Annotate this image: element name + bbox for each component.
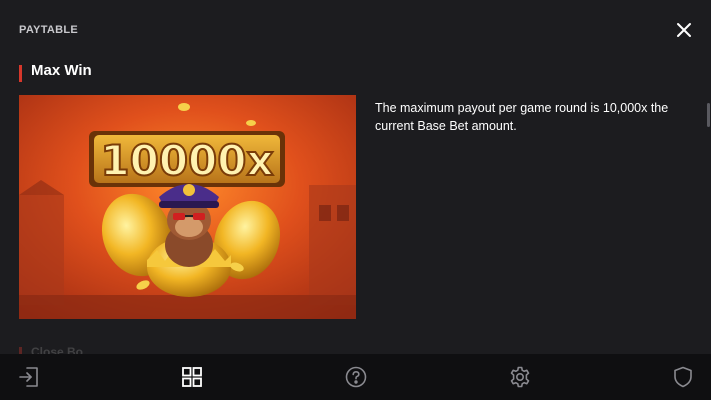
- max-win-description: The maximum payout per game round is 10,…: [375, 101, 669, 133]
- close-button[interactable]: [674, 20, 694, 40]
- help-icon: [345, 366, 367, 388]
- help-button[interactable]: [344, 365, 368, 389]
- section-accent-bar: [19, 65, 22, 82]
- settings-button[interactable]: [508, 365, 532, 389]
- shield-icon: [674, 366, 692, 388]
- gear-icon: [510, 366, 530, 388]
- responsible-gaming-button[interactable]: [671, 365, 695, 389]
- paytable-panel: PAYTABLE Max Win 10000x The maximum payo…: [0, 0, 711, 354]
- exit-button[interactable]: [17, 365, 41, 389]
- next-section-accent-bar: [19, 347, 22, 354]
- next-section-title: Close Bo...: [31, 345, 94, 354]
- section-title: Max Win: [31, 62, 92, 79]
- paytable-button[interactable]: [180, 365, 204, 389]
- grid-icon: [182, 367, 202, 387]
- max-win-image: 10000x: [19, 95, 356, 319]
- scrollbar-thumb[interactable]: [707, 103, 710, 127]
- bottom-toolbar: [0, 354, 711, 400]
- exit-icon: [19, 367, 38, 387]
- multiplier-label: 10000x: [100, 136, 273, 185]
- page-title: PAYTABLE: [19, 24, 79, 36]
- close-icon: [677, 23, 691, 37]
